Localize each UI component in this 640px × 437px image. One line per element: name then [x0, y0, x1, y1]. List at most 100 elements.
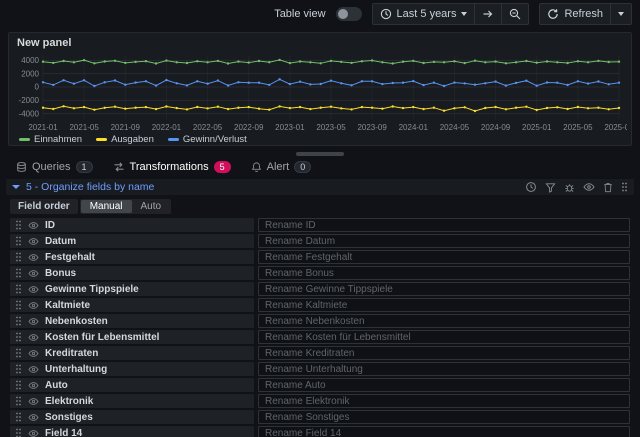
- field-cell[interactable]: Kreditraten: [10, 346, 254, 360]
- drag-handle-icon[interactable]: [15, 428, 22, 437]
- legend-item[interactable]: Einnahmen: [19, 134, 82, 145]
- drag-handle-icon[interactable]: [15, 364, 22, 374]
- filter-icon[interactable]: [545, 182, 556, 193]
- eye-icon[interactable]: [28, 333, 39, 342]
- splitter-handle[interactable]: [296, 152, 344, 156]
- rename-input[interactable]: [258, 314, 630, 328]
- svg-text:2024-01: 2024-01: [399, 123, 429, 132]
- time-range-picker[interactable]: Last 5 years: [372, 3, 476, 25]
- drag-handle-icon[interactable]: [15, 380, 22, 390]
- drag-handle-icon[interactable]: [15, 332, 22, 342]
- eye-icon[interactable]: [28, 285, 39, 294]
- transformation-title[interactable]: 5 - Organize fields by name: [26, 181, 154, 193]
- rename-input[interactable]: [258, 378, 630, 392]
- rename-input[interactable]: [258, 394, 630, 408]
- field-name: Gewinne Tippspiele: [45, 284, 139, 295]
- toggle-knob: [338, 9, 348, 19]
- svg-text:2024-05: 2024-05: [440, 123, 470, 132]
- drag-handle-icon[interactable]: [15, 220, 22, 230]
- pane-splitter[interactable]: [0, 150, 640, 158]
- remove-icon[interactable]: [603, 182, 613, 193]
- field-cell[interactable]: Bonus: [10, 266, 254, 280]
- eye-icon[interactable]: [28, 269, 39, 278]
- legend-item[interactable]: Gewinn/Verlust: [168, 134, 247, 145]
- drag-handle-icon[interactable]: [15, 412, 22, 422]
- rename-input[interactable]: [258, 346, 630, 360]
- field-cell[interactable]: Unterhaltung: [10, 362, 254, 376]
- eye-icon[interactable]: [28, 301, 39, 310]
- drag-handle-icon[interactable]: [15, 316, 22, 326]
- drag-handle-icon[interactable]: [15, 396, 22, 406]
- field-cell[interactable]: Gewinne Tippspiele: [10, 282, 254, 296]
- rename-input[interactable]: [258, 282, 630, 296]
- legend-color-dash: [19, 138, 30, 141]
- refresh-label: Refresh: [564, 8, 603, 20]
- eye-icon[interactable]: [28, 221, 39, 230]
- rename-input[interactable]: [258, 426, 630, 437]
- field-cell[interactable]: Elektronik: [10, 394, 254, 408]
- field-row: Datum: [10, 234, 630, 248]
- svg-text:2023-05: 2023-05: [316, 123, 346, 132]
- field-row: Auto: [10, 378, 630, 392]
- field-cell[interactable]: Kosten für Lebensmittel: [10, 330, 254, 344]
- eye-icon[interactable]: [28, 253, 39, 262]
- field-row: ID: [10, 218, 630, 232]
- field-cell[interactable]: Kaltmiete: [10, 298, 254, 312]
- tab-queries[interactable]: Queries 1: [8, 158, 101, 175]
- order-mode-auto[interactable]: Auto: [132, 200, 171, 213]
- caret-down-icon: [461, 12, 467, 16]
- eye-icon[interactable]: [28, 429, 39, 437]
- eye-icon[interactable]: [28, 317, 39, 326]
- rename-input[interactable]: [258, 250, 630, 264]
- field-row: Sonstiges: [10, 410, 630, 424]
- transformation-header: 5 - Organize fields by name: [6, 179, 634, 195]
- collapse-icon[interactable]: [12, 185, 20, 189]
- drag-handle-icon[interactable]: [15, 268, 22, 278]
- hide-icon[interactable]: [583, 182, 595, 192]
- field-cell[interactable]: Festgehalt: [10, 250, 254, 264]
- eye-icon[interactable]: [28, 381, 39, 390]
- eye-icon[interactable]: [28, 397, 39, 406]
- eye-icon[interactable]: [28, 349, 39, 358]
- field-cell[interactable]: Field 14: [10, 426, 254, 437]
- svg-text:2025-01: 2025-01: [522, 123, 552, 132]
- field-name: Nebenkosten: [45, 316, 108, 327]
- history-icon[interactable]: [525, 181, 537, 193]
- eye-icon[interactable]: [28, 365, 39, 374]
- rename-input[interactable]: [258, 234, 630, 248]
- field-row: Kreditraten: [10, 346, 630, 360]
- field-cell[interactable]: ID: [10, 218, 254, 232]
- rename-input[interactable]: [258, 298, 630, 312]
- table-view-toggle[interactable]: [336, 7, 362, 21]
- legend-item[interactable]: Ausgaben: [96, 134, 154, 145]
- panel-title[interactable]: New panel: [9, 33, 631, 51]
- rename-input[interactable]: [258, 330, 630, 344]
- rename-input[interactable]: [258, 218, 630, 232]
- tab-transformations[interactable]: Transformations 5: [105, 158, 239, 175]
- drag-handle-icon[interactable]: [621, 182, 628, 192]
- order-mode-manual[interactable]: Manual: [81, 200, 132, 213]
- rename-input[interactable]: [258, 266, 630, 280]
- field-cell[interactable]: Auto: [10, 378, 254, 392]
- chart-canvas[interactable]: 400020000-2000-40002021-012021-052021-09…: [13, 51, 627, 133]
- drag-handle-icon[interactable]: [15, 284, 22, 294]
- drag-handle-icon[interactable]: [15, 236, 22, 246]
- tab-badge: 5: [214, 161, 231, 173]
- drag-handle-icon[interactable]: [15, 348, 22, 358]
- debug-icon[interactable]: [564, 182, 575, 193]
- field-cell[interactable]: Nebenkosten: [10, 314, 254, 328]
- eye-icon[interactable]: [28, 413, 39, 422]
- time-forward-button[interactable]: [475, 3, 502, 25]
- field-cell[interactable]: Sonstiges: [10, 410, 254, 424]
- refresh-button[interactable]: Refresh: [539, 3, 611, 25]
- drag-handle-icon[interactable]: [15, 300, 22, 310]
- zoom-out-button[interactable]: [502, 3, 529, 25]
- field-cell[interactable]: Datum: [10, 234, 254, 248]
- rename-input[interactable]: [258, 362, 630, 376]
- rename-input[interactable]: [258, 410, 630, 424]
- time-series-chart[interactable]: 400020000-2000-40002021-012021-052021-09…: [9, 51, 631, 133]
- drag-handle-icon[interactable]: [15, 252, 22, 262]
- eye-icon[interactable]: [28, 237, 39, 246]
- refresh-interval-button[interactable]: [611, 3, 632, 25]
- tab-alert[interactable]: Alert 0: [243, 158, 320, 175]
